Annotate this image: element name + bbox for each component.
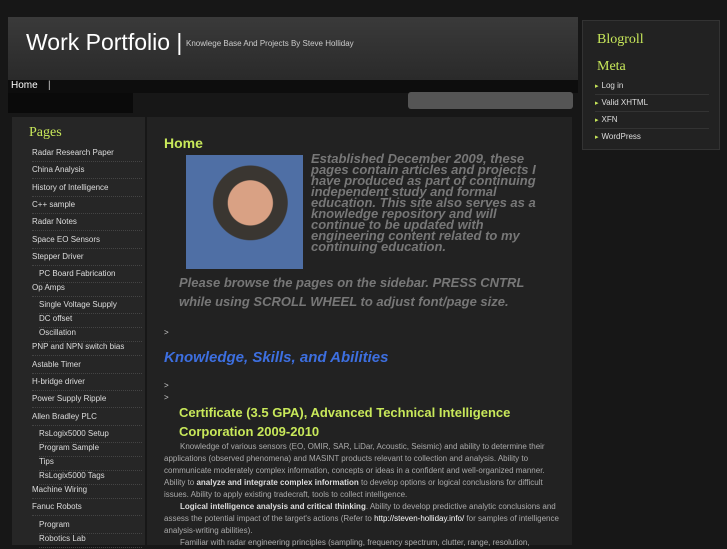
certificate-heading: Certificate (3.5 GPA), Advanced Technica… — [179, 405, 511, 439]
sidebar-item[interactable]: Radar Research Paper — [32, 146, 142, 162]
bullet-icon: ▸ — [595, 100, 599, 107]
right-sidebar: Blogroll Meta ▸ Log in ▸ Valid XHTML ▸ XFN … — [582, 20, 720, 150]
bullet-icon: ▸ — [595, 117, 599, 124]
main-content: Home Established December 2009, these pa… — [147, 117, 572, 547]
ksa-heading: Knowledge, Skills, and Abilities — [164, 349, 389, 366]
intro-text: Established December 2009, these pages c… — [311, 151, 536, 254]
sidebar-item[interactable]: Stepper Driver — [32, 250, 142, 266]
marker: > — [164, 393, 169, 402]
nav-home[interactable]: Home — [11, 80, 38, 91]
browse-instructions: Please browse the pages on the sidebar. … — [179, 275, 525, 309]
subnav-bar — [8, 93, 133, 113]
meta-link-xhtml[interactable]: ▸ Valid XHTML — [595, 98, 648, 107]
divider — [595, 94, 709, 95]
sidebar-item[interactable]: Power Supply Ripple — [32, 392, 142, 409]
search-input[interactable] — [408, 92, 573, 109]
sidebar-item[interactable]: Robotics Lab — [39, 532, 142, 548]
site-title[interactable]: Work Portfolio | — [26, 29, 182, 56]
paragraph-1-bold: analyze and integrate complex informatio… — [196, 478, 359, 487]
meta-link-wordpress[interactable]: ▸ WordPress — [595, 132, 641, 141]
marker: > — [164, 381, 169, 390]
meta-link-xfn[interactable]: ▸ XFN — [595, 115, 618, 124]
profile-photo — [186, 155, 303, 269]
paragraph-3: Familiar with radar engineering principl… — [180, 538, 530, 547]
site-header: Work Portfolio | Knowlege Base And Proje… — [8, 17, 578, 80]
marker: > — [164, 328, 169, 337]
sidebar-item[interactable]: Allen Bradley PLC — [32, 410, 142, 426]
sidebar-item[interactable]: H-bridge driver — [32, 375, 142, 391]
pages-sidebar: Pages Radar Research Paper China Analysis… — [12, 117, 145, 548]
blogroll-heading: Blogroll — [597, 32, 644, 47]
nav-separator: | — [48, 80, 51, 91]
site-tagline: Knowlege Base And Projects By Steve Holl… — [186, 39, 354, 48]
meta-heading: Meta — [597, 59, 626, 74]
pages-heading: Pages — [29, 125, 62, 140]
bullet-icon: ▸ — [595, 134, 599, 141]
body-text: Knowledge of various sensors (EO, OMIR, … — [164, 441, 559, 549]
sidebar-item[interactable]: History of Intelligence — [32, 181, 142, 197]
bullet-icon: ▸ — [595, 83, 599, 90]
paragraph-2-bold: Logical intelligence analysis and critic… — [180, 502, 366, 511]
divider — [595, 128, 709, 129]
sidebar-item[interactable]: C++ sample — [32, 198, 142, 214]
sidebar-item[interactable]: China Analysis — [32, 163, 142, 180]
page-title: Home — [164, 135, 203, 151]
sidebar-item[interactable]: Space EO Sensors — [32, 233, 142, 249]
sidebar-item[interactable]: Astable Timer — [32, 358, 142, 374]
divider — [595, 111, 709, 112]
sidebar-item[interactable]: Fanuc Robots — [32, 500, 142, 517]
sidebar-item[interactable]: Machine Wiring — [32, 483, 142, 499]
sample-link[interactable]: http://steven-holliday.info/ — [374, 514, 464, 523]
sidebar-item[interactable]: Radar Notes — [32, 215, 142, 232]
sidebar-item[interactable]: PNP and NPN switch bias — [32, 340, 142, 357]
sidebar-item[interactable]: Op Amps — [32, 281, 142, 298]
meta-link-login[interactable]: ▸ Log in — [595, 81, 623, 90]
